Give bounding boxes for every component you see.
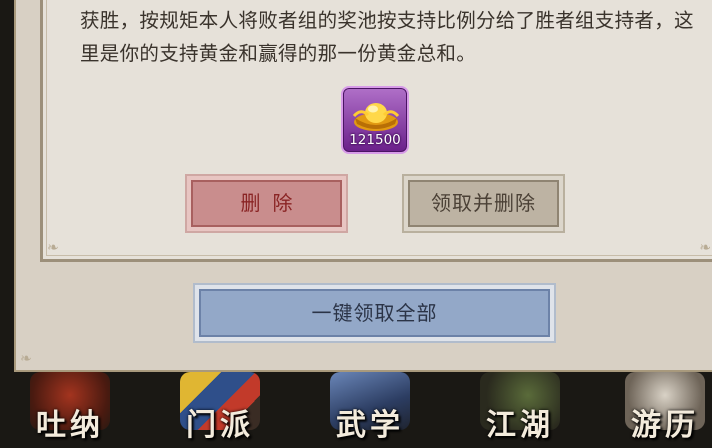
bottom-nav: 吐纳 门派 武学 江湖 游历 <box>0 372 712 448</box>
nav-tab-martial-arts[interactable]: 武学 <box>310 372 430 448</box>
nav-tab-jianghu[interactable]: 江湖 <box>460 372 580 448</box>
nav-tab-label: 游历 <box>631 408 699 443</box>
nav-tab-label: 武学 <box>336 408 404 443</box>
nav-tab-label: 吐纳 <box>36 408 104 443</box>
reward-item[interactable]: 121500 <box>341 86 409 154</box>
corner-ornament-icon: ❧ <box>20 351 32 367</box>
claim-and-delete-button[interactable]: 领取并删除 <box>402 174 565 233</box>
delete-button-label: 删除 <box>191 180 342 227</box>
reward-quantity: 121500 <box>349 132 401 148</box>
corner-ornament-icon: ❧ <box>699 240 711 256</box>
nav-tab-sect[interactable]: 门派 <box>160 372 280 448</box>
claim-all-button[interactable]: 一键领取全部 <box>193 283 556 343</box>
nav-tab-label: 江湖 <box>486 408 554 443</box>
delete-button[interactable]: 删除 <box>185 174 348 233</box>
claim-and-delete-button-label: 领取并删除 <box>408 180 559 227</box>
nav-tab-label: 门派 <box>186 408 254 443</box>
gold-ingot-icon <box>352 103 400 131</box>
nav-tab-travel[interactable]: 游历 <box>605 372 712 448</box>
corner-ornament-icon: ❧ <box>47 240 59 256</box>
nav-tab-tuna[interactable]: 吐纳 <box>10 372 130 448</box>
claim-all-button-label: 一键领取全部 <box>199 289 550 337</box>
mail-message: 获胜，按规矩本人将败者组的奖池按支持比例分给了胜者组支持者，这里是你的支持黄金和… <box>80 9 694 65</box>
